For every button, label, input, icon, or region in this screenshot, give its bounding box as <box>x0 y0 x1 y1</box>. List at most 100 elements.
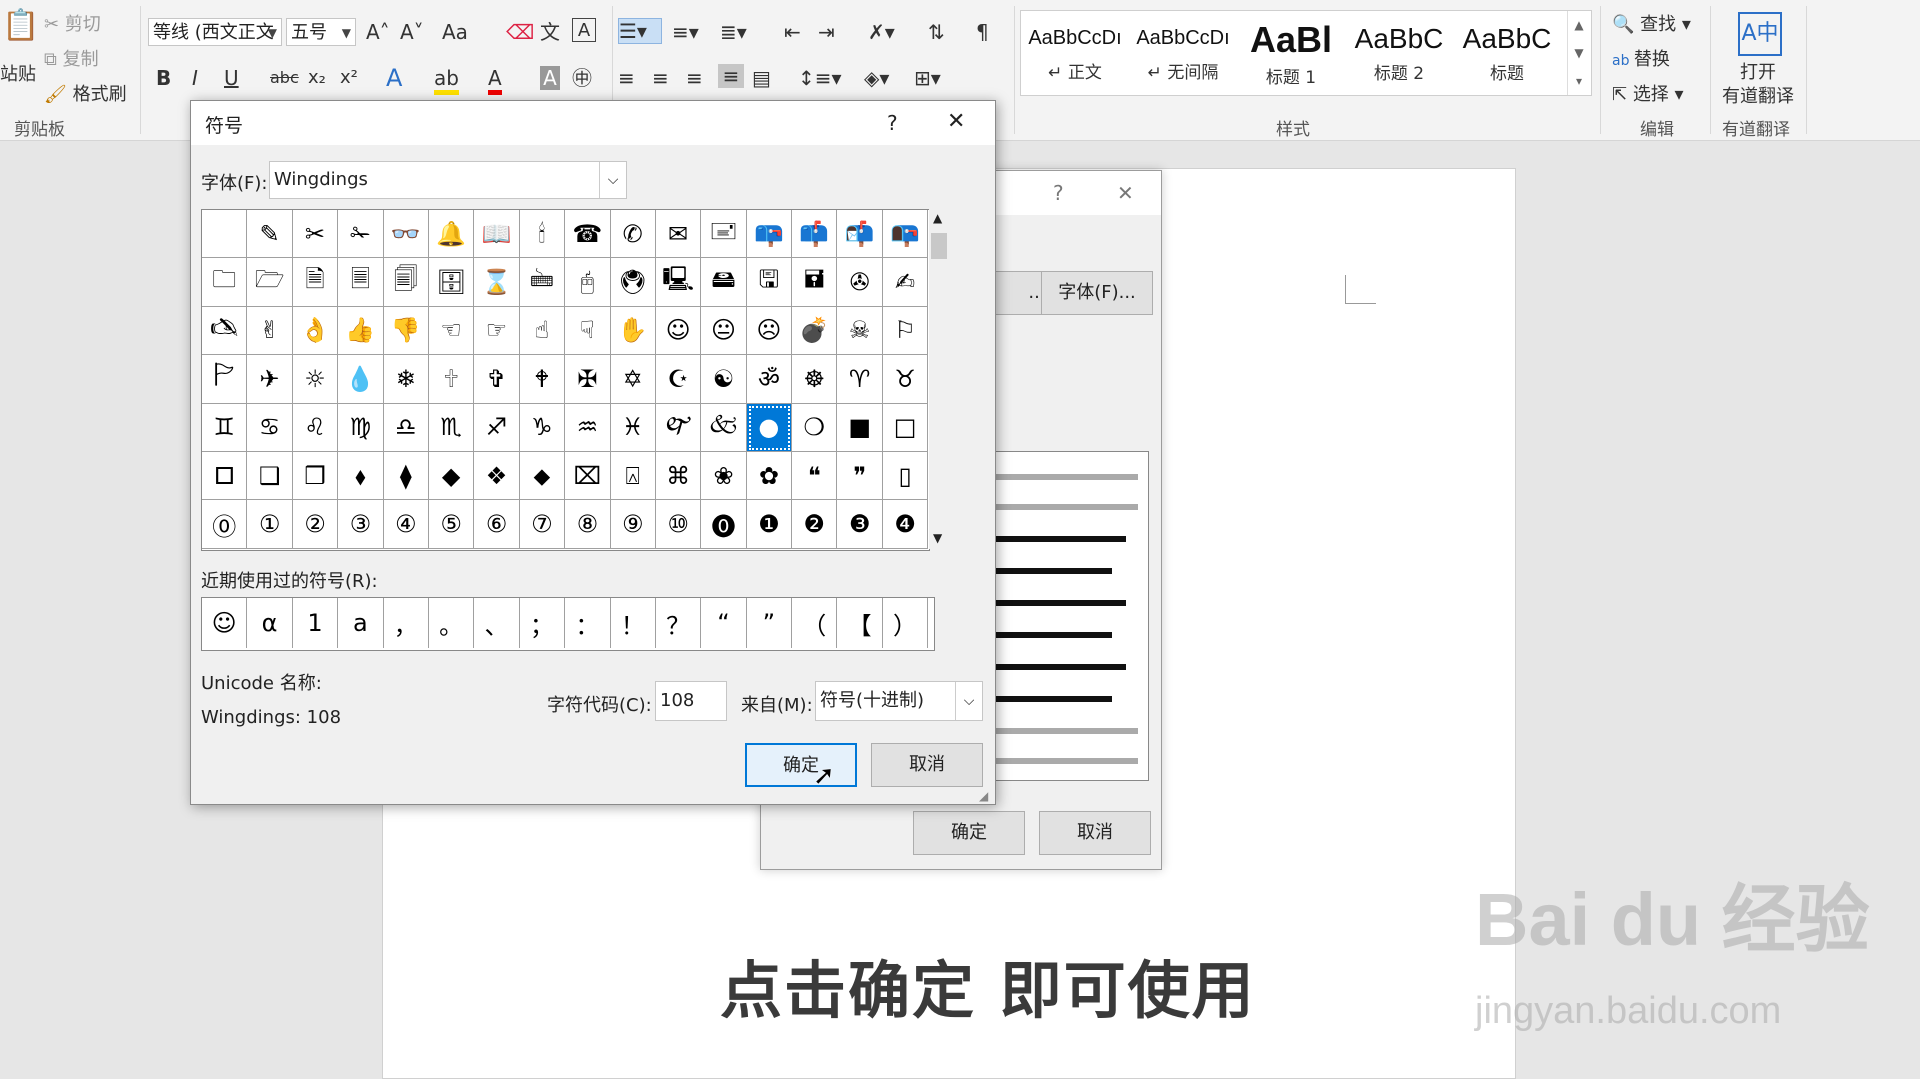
line-style-preview[interactable] <box>991 451 1149 781</box>
symbol-cell[interactable]: 🖃 <box>701 210 747 259</box>
symbol-cell[interactable]: 📬 <box>837 210 883 259</box>
recent-symbol-cell[interactable]: 。 <box>429 598 475 648</box>
symbol-cell[interactable]: ✉ <box>655 210 702 259</box>
open-translate-line1[interactable]: 打开 <box>1740 58 1776 84</box>
multilevel-list-icon[interactable]: ≣▾ <box>720 20 747 44</box>
align-center-icon[interactable]: ≡ <box>652 66 669 90</box>
symbol-cell[interactable]: 🙵 <box>701 403 747 452</box>
symbol-cell[interactable]: ☜ <box>428 306 475 356</box>
symbol-cell[interactable]: ♉ <box>882 355 929 404</box>
symbol-cell[interactable]: ♊ <box>202 403 248 452</box>
symbol-cell[interactable]: ♋ <box>247 403 293 452</box>
symbol-cell[interactable]: 🗐 <box>383 258 429 307</box>
symbol-cell[interactable]: 🖴 <box>701 258 747 307</box>
symbol-cell[interactable]: ❀ <box>701 451 747 501</box>
borders-icon[interactable]: ⊞▾ <box>914 66 941 90</box>
select-button[interactable]: ⇱ 选择 ▾ <box>1612 80 1684 106</box>
symbol-cell[interactable]: ⬥ <box>519 451 566 501</box>
recent-symbol-cell[interactable]: ！ <box>611 598 656 648</box>
symbol-cell[interactable]: ☝ <box>519 306 566 356</box>
symbol-cell[interactable]: ✿ <box>746 451 793 501</box>
symbol-cell[interactable]: ⑦ <box>519 500 566 549</box>
symbol-cell[interactable]: ♈ <box>837 355 883 404</box>
subscript-button[interactable]: x₂ <box>308 66 326 90</box>
symbol-cell[interactable]: ✎ <box>247 210 293 259</box>
symbol-cell[interactable]: ♐ <box>474 403 520 452</box>
symbol-cell[interactable]: ④ <box>383 500 429 549</box>
symbol-cell[interactable]: 🗎 <box>292 258 339 307</box>
symbol-cell[interactable]: ✋ <box>610 306 656 356</box>
align-right-icon[interactable]: ≡ <box>686 66 703 90</box>
recent-symbol-cell[interactable]: ☺ <box>202 598 248 648</box>
symbol-cell[interactable]: 🕯 <box>519 210 566 259</box>
symbol-cell[interactable]: ❹ <box>882 500 929 549</box>
symbol-cell[interactable]: ❸ <box>837 500 883 549</box>
symbol-cell[interactable]: 🖫 <box>746 258 793 307</box>
symbol-cell[interactable]: 💧 <box>338 355 384 404</box>
scroll-down-icon[interactable]: ▼ <box>933 531 942 545</box>
recent-symbol-cell[interactable]: ： <box>565 598 611 648</box>
symbol-cell[interactable]: 🖬 <box>792 258 838 307</box>
recent-symbol-cell[interactable]: ） <box>883 598 929 648</box>
char-code-input[interactable]: 108 <box>655 681 727 721</box>
help-button[interactable]: ? <box>1053 181 1064 205</box>
change-case-button[interactable]: Aa <box>442 20 468 44</box>
symbol-cell[interactable]: 🙰 <box>655 403 702 452</box>
strikethrough-button[interactable]: abc <box>270 66 299 90</box>
symbol-cell[interactable]: ♌ <box>292 403 339 452</box>
symbol-cell[interactable]: 🖎 <box>202 306 248 356</box>
bold-button[interactable]: B <box>156 66 171 90</box>
symbol-cell[interactable]: ☟ <box>565 306 611 356</box>
symbol-cell[interactable]: ❶ <box>746 500 793 549</box>
find-button[interactable]: 🔍 查找 ▾ <box>1612 10 1691 36</box>
symbol-cell[interactable]: ☺ <box>655 306 702 356</box>
symbol-cell[interactable]: ♒ <box>565 403 611 452</box>
symbol-cell[interactable]: 💣 <box>792 306 838 356</box>
styles-gallery[interactable]: AaBbCcDı ↵ 正文 AaBbCcDı ↵ 无间隔 AaBl 标题 1 AaBb… <box>1020 10 1592 96</box>
style-heading-1[interactable]: AaBl 标题 1 <box>1237 11 1345 95</box>
symbol-cell[interactable]: 🖮 <box>519 258 566 307</box>
symbol-cell[interactable]: ❝ <box>792 451 838 501</box>
symbol-cell[interactable]: 📭 <box>882 210 929 259</box>
symbol-cell[interactable]: ⬧ <box>338 451 384 501</box>
cancel-button[interactable]: 取消 <box>871 743 983 787</box>
char-border-icon[interactable]: A <box>572 18 596 42</box>
help-button[interactable]: ? <box>887 111 898 135</box>
scroll-up-icon[interactable]: ▲ <box>933 211 942 225</box>
font-button[interactable]: 字体(F)... <box>1041 271 1153 315</box>
symbol-cell-selected[interactable]: ● <box>746 403 793 452</box>
symbol-cell[interactable]: ♓ <box>610 403 656 452</box>
line-spacing-icon[interactable]: ↕≡▾ <box>798 66 842 90</box>
symbol-cell[interactable] <box>202 210 248 259</box>
symbol-cell[interactable]: 🗁 <box>247 258 293 307</box>
symbol-cell[interactable]: ☠ <box>837 306 883 356</box>
symbol-cell[interactable]: ✁ <box>338 210 384 259</box>
symbol-cell[interactable]: ⓿ <box>701 500 747 549</box>
symbol-cell[interactable]: ♎ <box>383 403 429 452</box>
symbol-cell[interactable]: 👌 <box>292 306 339 356</box>
symbol-cell[interactable]: 🖳 <box>655 258 702 307</box>
symbol-cell[interactable]: ⌧ <box>565 451 611 501</box>
align-left-icon[interactable]: ≡ <box>618 66 635 90</box>
symbol-cell[interactable]: 🖲 <box>610 258 656 307</box>
numbering-icon[interactable]: ≡▾ <box>672 20 699 44</box>
symbol-cell[interactable]: ❖ <box>474 451 520 501</box>
symbol-cell[interactable]: 🗄 <box>428 258 475 307</box>
recent-symbol-cell[interactable]: α <box>247 598 293 648</box>
chevron-down-icon[interactable]: ▼ <box>342 19 351 45</box>
symbol-cell[interactable]: ☎ <box>565 210 611 259</box>
symbol-cell[interactable]: 🔔 <box>428 210 475 259</box>
grow-font-icon[interactable]: A˄ <box>366 20 390 44</box>
decrease-indent-icon[interactable]: ⇤ <box>784 20 801 44</box>
symbol-cell[interactable]: ❑ <box>247 451 293 501</box>
symbol-cell[interactable]: ❍ <box>792 403 838 452</box>
symbol-cell[interactable]: ✌ <box>247 306 293 356</box>
styles-scroll[interactable]: ▲ ▼ ▾ <box>1567 11 1590 95</box>
style-no-spacing[interactable]: AaBbCcDı ↵ 无间隔 <box>1129 11 1237 95</box>
recent-symbol-cell[interactable]: 、 <box>474 598 520 648</box>
bullets-icon[interactable]: ☰▾ <box>618 18 662 44</box>
symbol-cell[interactable]: ☸ <box>792 355 838 404</box>
symbol-cell[interactable]: ❞ <box>837 451 883 501</box>
replace-button[interactable]: ab 替换 <box>1612 45 1670 71</box>
underline-button[interactable]: U <box>224 66 239 90</box>
